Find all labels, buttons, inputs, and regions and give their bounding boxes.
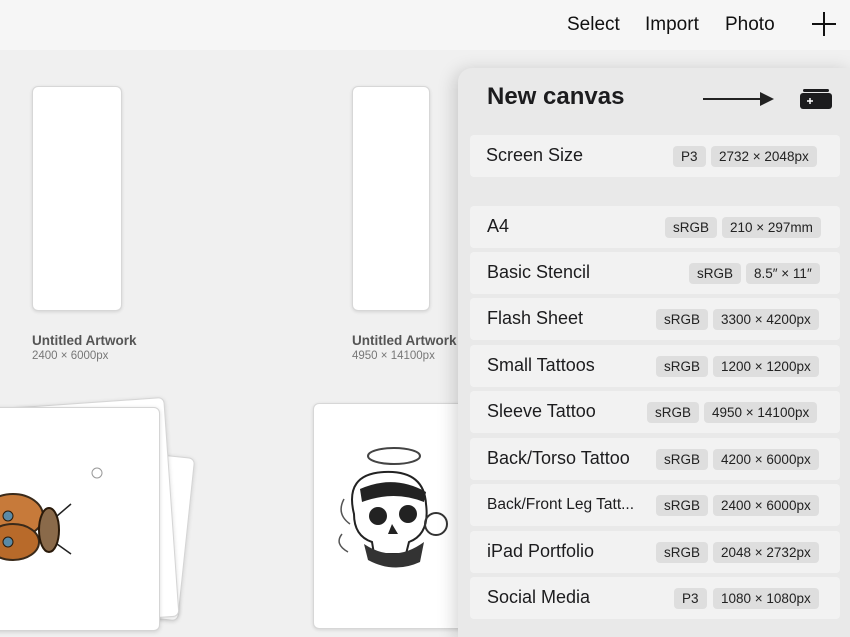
panel-title: New canvas bbox=[487, 83, 625, 110]
artwork-dimensions: 4950 × 14100px bbox=[352, 350, 435, 362]
artwork-title: Untitled Artwork bbox=[352, 333, 457, 348]
preset-profile: sRGB bbox=[647, 402, 700, 423]
top-toolbar: Select Import Photo bbox=[0, 0, 850, 50]
preset-name: Back/Front Leg Tatt... bbox=[487, 496, 635, 513]
stack-card bbox=[0, 407, 160, 631]
preset-profile: sRGB bbox=[656, 495, 709, 516]
preset-name: iPad Portfolio bbox=[487, 541, 595, 561]
preset-name: Basic Stencil bbox=[487, 262, 591, 282]
preset-profile: sRGB bbox=[656, 356, 709, 377]
preset-back-torso-tattoo[interactable]: Back/Torso Tattoo sRGB 4200 × 6000px bbox=[470, 438, 840, 480]
preset-back-front-leg-tattoo[interactable]: Back/Front Leg Tatt... sRGB 2400 × 6000p… bbox=[470, 484, 840, 526]
new-canvas-icon[interactable] bbox=[800, 87, 832, 109]
preset-profile: sRGB bbox=[656, 309, 709, 330]
preset-profile: sRGB bbox=[656, 542, 709, 563]
preset-size: 3300 × 4200px bbox=[713, 309, 819, 330]
arrow-annotation bbox=[703, 98, 763, 100]
preset-profile: sRGB bbox=[689, 263, 742, 284]
preset-size: 2400 × 6000px bbox=[713, 495, 819, 516]
preset-profile: P3 bbox=[673, 146, 706, 167]
preset-social-media[interactable]: Social Media P3 1080 × 1080px bbox=[470, 577, 840, 619]
preset-a4[interactable]: A4 sRGB 210 × 297mm bbox=[470, 206, 840, 248]
preset-name: Sleeve Tattoo bbox=[487, 401, 596, 421]
preset-name: A4 bbox=[487, 216, 510, 236]
artwork-thumbnail[interactable] bbox=[352, 86, 430, 311]
artwork-dimensions: 2400 × 6000px bbox=[32, 350, 109, 362]
preset-size: 4200 × 6000px bbox=[713, 449, 819, 470]
import-button[interactable]: Import bbox=[645, 14, 699, 36]
arrow-head bbox=[760, 92, 774, 106]
preset-name: Flash Sheet bbox=[487, 308, 584, 328]
preset-name: Screen Size bbox=[486, 145, 584, 165]
preset-name: Social Media bbox=[487, 587, 591, 607]
moth-artwork-icon bbox=[0, 467, 103, 561]
preset-profile: P3 bbox=[674, 588, 707, 609]
plus-icon[interactable] bbox=[811, 11, 837, 37]
preset-name: Small Tattoos bbox=[487, 355, 595, 375]
photo-button[interactable]: Photo bbox=[725, 14, 775, 36]
preset-ipad-portfolio[interactable]: iPad Portfolio sRGB 2048 × 2732px bbox=[470, 531, 840, 573]
preset-sleeve-tattoo[interactable]: Sleeve Tattoo sRGB 4950 × 14100px bbox=[470, 391, 840, 433]
preset-size: 1080 × 1080px bbox=[713, 588, 819, 609]
new-canvas-panel: New canvas Screen Size P3 2732 × 2048px … bbox=[458, 68, 850, 637]
preset-size: 8.5″ × 11″ bbox=[746, 263, 820, 284]
preset-size: 1200 × 1200px bbox=[713, 356, 819, 377]
skull-artwork-icon bbox=[338, 447, 448, 568]
preset-size: 2732 × 2048px bbox=[711, 146, 817, 167]
preset-size: 210 × 297mm bbox=[722, 217, 821, 238]
preset-screen-size[interactable]: Screen Size P3 2732 × 2048px bbox=[470, 135, 840, 177]
artwork-thumbnail[interactable] bbox=[313, 403, 475, 629]
preset-size: 4950 × 14100px bbox=[704, 402, 818, 423]
preset-flash-sheet[interactable]: Flash Sheet sRGB 3300 × 4200px bbox=[470, 298, 840, 340]
preset-profile: sRGB bbox=[656, 449, 709, 470]
select-button[interactable]: Select bbox=[567, 14, 620, 36]
preset-basic-stencil[interactable]: Basic Stencil sRGB 8.5″ × 11″ bbox=[470, 252, 840, 294]
artwork-title: Untitled Artwork bbox=[32, 333, 137, 348]
artwork-thumbnail[interactable] bbox=[32, 86, 122, 311]
preset-name: Back/Torso Tattoo bbox=[487, 448, 630, 468]
preset-size: 2048 × 2732px bbox=[713, 542, 819, 563]
preset-small-tattoos[interactable]: Small Tattoos sRGB 1200 × 1200px bbox=[470, 345, 840, 387]
preset-profile: sRGB bbox=[665, 217, 718, 238]
